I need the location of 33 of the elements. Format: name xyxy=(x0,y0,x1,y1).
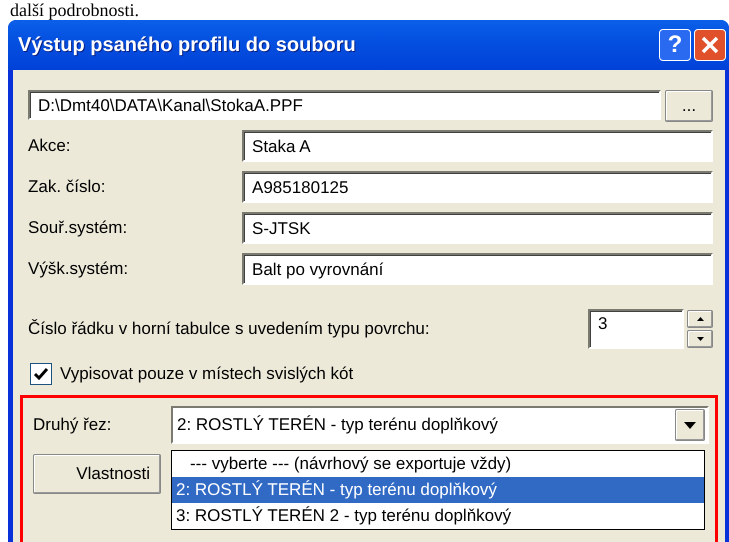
spin-down-button[interactable] xyxy=(687,330,713,348)
field-label: Výšk.systém: xyxy=(28,258,128,280)
combo-label: Druhý řez: xyxy=(33,414,112,436)
dropdown-option[interactable]: 3: ROSTLÝ TERÉN 2 - typ terénu doplňkový xyxy=(172,502,704,528)
combo-box[interactable]: 2: ROSTLÝ TERÉN - typ terénu doplňkový xyxy=(171,406,709,444)
checkbox-label: Vypisovat pouze v místech svislých kót xyxy=(60,363,354,385)
help-button[interactable]: ? xyxy=(659,29,691,61)
close-icon xyxy=(700,35,720,55)
properties-button[interactable]: Vlastnosti xyxy=(33,454,161,494)
down-arrow-icon xyxy=(684,422,696,429)
text-field[interactable]: A985180125 xyxy=(242,171,713,203)
text-field[interactable]: Balt po vyrovnání xyxy=(242,253,713,285)
checkbox[interactable] xyxy=(30,362,52,385)
number-field[interactable]: 3 xyxy=(588,309,684,349)
text-field[interactable]: Staka A xyxy=(242,130,713,162)
up-arrow-icon xyxy=(696,317,704,321)
file-path-field[interactable]: D:\Dmt40\DATA\Kanal\StokaA.PPF xyxy=(28,90,661,120)
caption-text: další podrobnosti. xyxy=(10,0,139,20)
dropdown-option[interactable]: --- vyberte --- (návrhový se exportuje vždy) xyxy=(172,450,704,476)
down-arrow-icon xyxy=(696,337,704,341)
field-label: Akce: xyxy=(28,135,71,158)
close-button[interactable] xyxy=(694,29,726,61)
combo-value: 2: ROSTLÝ TERÉN - typ terénu doplňkový xyxy=(177,414,499,436)
field-label: Zak. číslo: xyxy=(28,176,106,198)
dropdown-option[interactable]: 2: ROSTLÝ TERÉN - typ terénu doplňkový xyxy=(172,476,704,502)
dropdown-button[interactable] xyxy=(675,408,705,440)
spin-up-button[interactable] xyxy=(687,310,713,328)
window-title: Výstup psaného profilu do souboru xyxy=(18,33,357,58)
browse-button[interactable]: ... xyxy=(665,90,713,122)
text-field[interactable]: S-JTSK xyxy=(242,212,713,244)
field-label: Souř.systém: xyxy=(28,217,128,240)
row-number-label: Číslo řádku v horní tabulce s uvedením typu povrchu: xyxy=(28,318,431,340)
check-icon xyxy=(34,368,48,380)
